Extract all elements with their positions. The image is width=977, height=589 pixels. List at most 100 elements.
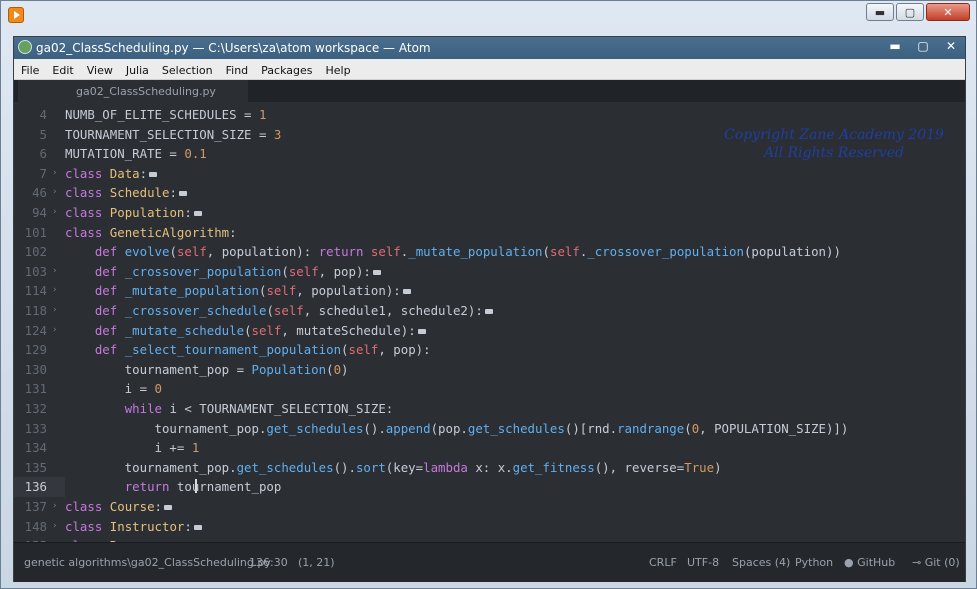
code-text: class Population: <box>65 203 202 223</box>
line-number: 137 <box>24 499 47 514</box>
code-line[interactable]: 131 i = 0 <box>14 379 965 399</box>
code-line[interactable]: 7 › class Data: <box>14 164 965 184</box>
outer-window: ▬ ▢ ✕ ga02_ClassScheduling.py — C:\Users… <box>0 0 977 589</box>
folded-ellipsis-icon[interactable] <box>372 269 381 275</box>
fold-chevron-icon[interactable]: › <box>52 203 57 223</box>
code-text: i += 1 <box>65 440 200 456</box>
code-line[interactable]: 94 › class Population: <box>14 203 965 223</box>
code-line[interactable]: 118 › def _crossover_schedule(self, sched… <box>14 301 965 321</box>
line-number: 102 <box>24 244 47 260</box>
code-line[interactable]: 101 class GeneticAlgorithm: <box>14 223 965 243</box>
code-line[interactable]: 135 tournament_pop.get_schedules().sort(… <box>14 458 965 478</box>
menu-find[interactable]: Find <box>219 61 255 77</box>
code-line[interactable]: 130 tournament_pop = Population(0) <box>14 360 965 380</box>
code-line[interactable]: 132 while i < TOURNAMENT_SELECTION_SIZE: <box>14 399 965 419</box>
atom-maximize-button[interactable]: ▢ <box>915 39 931 53</box>
fold-chevron-icon[interactable]: › <box>52 183 57 203</box>
github-icon: ● <box>844 556 854 569</box>
code-text: class Instructor: <box>65 517 202 537</box>
folded-ellipsis-icon[interactable] <box>193 524 202 530</box>
folded-ellipsis-icon[interactable] <box>178 191 187 197</box>
menu-bar: File Edit View Julia Selection Find Packages He… <box>14 59 965 80</box>
minimize-button[interactable]: ▬ <box>866 3 894 21</box>
code-line[interactable]: 133 tournament_pop.get_schedules().appen… <box>14 419 965 439</box>
maximize-button[interactable]: ▢ <box>896 3 924 21</box>
code-line[interactable]: 6 MUTATION_RATE = 0.1 <box>14 144 965 164</box>
line-number: 103 <box>24 263 47 279</box>
status-grammar[interactable]: Python <box>795 556 833 569</box>
menu-selection[interactable]: Selection <box>155 61 219 77</box>
status-file-path[interactable]: genetic algorithms\ga02_ClassScheduling.… <box>24 556 271 569</box>
code-text: def _mutate_schedule(self, mutateSchedul… <box>65 321 426 341</box>
code-text: NUMB_OF_ELITE_SCHEDULES = 1 <box>65 107 267 122</box>
line-number: 114 <box>24 283 47 299</box>
code-text: class Course: <box>65 497 173 517</box>
folded-ellipsis-icon[interactable] <box>417 328 426 334</box>
line-number: 46 <box>32 185 47 201</box>
fold-chevron-icon[interactable]: › <box>52 301 57 321</box>
code-text: tournament_pop.get_schedules().append(po… <box>65 420 849 436</box>
code-line[interactable]: 102 def evolve(self, population): return… <box>14 242 965 262</box>
close-button[interactable]: ✕ <box>926 3 970 21</box>
menu-edit[interactable]: Edit <box>45 61 79 77</box>
menu-julia[interactable]: Julia <box>119 61 155 77</box>
line-number: 4 <box>39 107 47 122</box>
tab-bar: ga02_ClassScheduling.py <box>14 80 965 102</box>
fold-chevron-icon[interactable]: › <box>52 497 57 517</box>
status-cursor-position[interactable]: 136:30 <box>249 556 288 569</box>
status-github[interactable]: ● GitHub <box>844 556 895 569</box>
code-text: MUTATION_RATE = 0.1 <box>65 146 207 162</box>
code-text: def _crossover_population(self, pop): <box>65 262 381 282</box>
code-line[interactable]: 114 › def _mutate_population(self, popula… <box>14 281 965 301</box>
git-branch-icon: ⊸ <box>912 556 922 569</box>
atom-minimize-button[interactable]: ▬ <box>887 39 903 53</box>
folded-ellipsis-icon[interactable] <box>484 309 493 314</box>
status-line-ending[interactable]: CRLF <box>649 556 677 569</box>
app-icon <box>8 7 24 23</box>
status-git-label: Git (0) <box>924 556 960 569</box>
line-number: 6 <box>39 146 47 162</box>
fold-chevron-icon[interactable]: › <box>52 321 57 341</box>
folded-ellipsis-icon[interactable] <box>193 211 202 216</box>
status-indentation[interactable]: Spaces (4) <box>732 556 790 569</box>
code-line[interactable]: 46 › class Schedule: <box>14 183 965 203</box>
code-line[interactable]: 5 TOURNAMENT_SELECTION_SIZE = 3 <box>14 125 965 145</box>
menu-view[interactable]: View <box>80 61 119 77</box>
status-git[interactable]: ⊸ Git (0) <box>912 556 960 569</box>
fold-chevron-icon[interactable]: › <box>52 164 57 184</box>
code-line[interactable]: 103 › def _crossover_population(self, pop… <box>14 262 965 282</box>
atom-close-button[interactable]: ✕ <box>943 39 959 53</box>
status-selection-count[interactable]: (1, 21) <box>298 556 335 569</box>
code-line[interactable]: 148 › class Instructor: <box>14 517 965 537</box>
menu-help[interactable]: Help <box>319 61 357 77</box>
code-text: def evolve(self, population): return sel… <box>94 244 841 260</box>
folded-ellipsis-icon[interactable] <box>164 505 173 510</box>
status-encoding[interactable]: UTF-8 <box>687 556 719 569</box>
code-text: i = 0 <box>65 381 162 397</box>
line-number: 101 <box>24 224 47 240</box>
line-number: 131 <box>24 381 47 397</box>
line-number: 129 <box>24 342 47 358</box>
folded-ellipsis-icon[interactable] <box>402 289 411 295</box>
menu-file[interactable]: File <box>14 61 45 77</box>
code-text: def _crossover_schedule(self, schedule1,… <box>65 301 493 321</box>
fold-chevron-icon[interactable]: › <box>52 281 57 301</box>
fold-chevron-icon[interactable]: › <box>52 517 57 537</box>
code-line[interactable]: 137 › class Course: <box>14 497 965 517</box>
code-editor[interactable]: Copyright Zane Academy 2019 All Rights R… <box>14 102 965 542</box>
code-line[interactable]: 134 i += 1 <box>14 438 965 458</box>
tab-ga02-class-scheduling[interactable]: ga02_ClassScheduling.py <box>18 80 248 102</box>
code-line[interactable]: 129 def _select_tournament_population(se… <box>14 340 965 360</box>
code-line[interactable]: 136 return tournament_pop <box>14 477 965 497</box>
fold-chevron-icon[interactable]: › <box>52 262 57 282</box>
line-number: 130 <box>24 361 47 377</box>
atom-window: ga02_ClassScheduling.py — C:\Users\za\at… <box>13 36 966 582</box>
line-number: 148 <box>24 518 47 534</box>
code-text: def _select_tournament_population(self, … <box>94 342 431 358</box>
tab-label: ga02_ClassScheduling.py <box>76 85 216 98</box>
folded-ellipsis-icon[interactable] <box>149 171 158 177</box>
menu-packages[interactable]: Packages <box>254 61 318 77</box>
code-line[interactable]: 124 › def _mutate_schedule(self, mutateSc… <box>14 321 965 341</box>
atom-title-bar: ga02_ClassScheduling.py — C:\Users\za\at… <box>14 37 965 59</box>
code-line[interactable]: 4 NUMB_OF_ELITE_SCHEDULES = 1 <box>14 105 965 125</box>
